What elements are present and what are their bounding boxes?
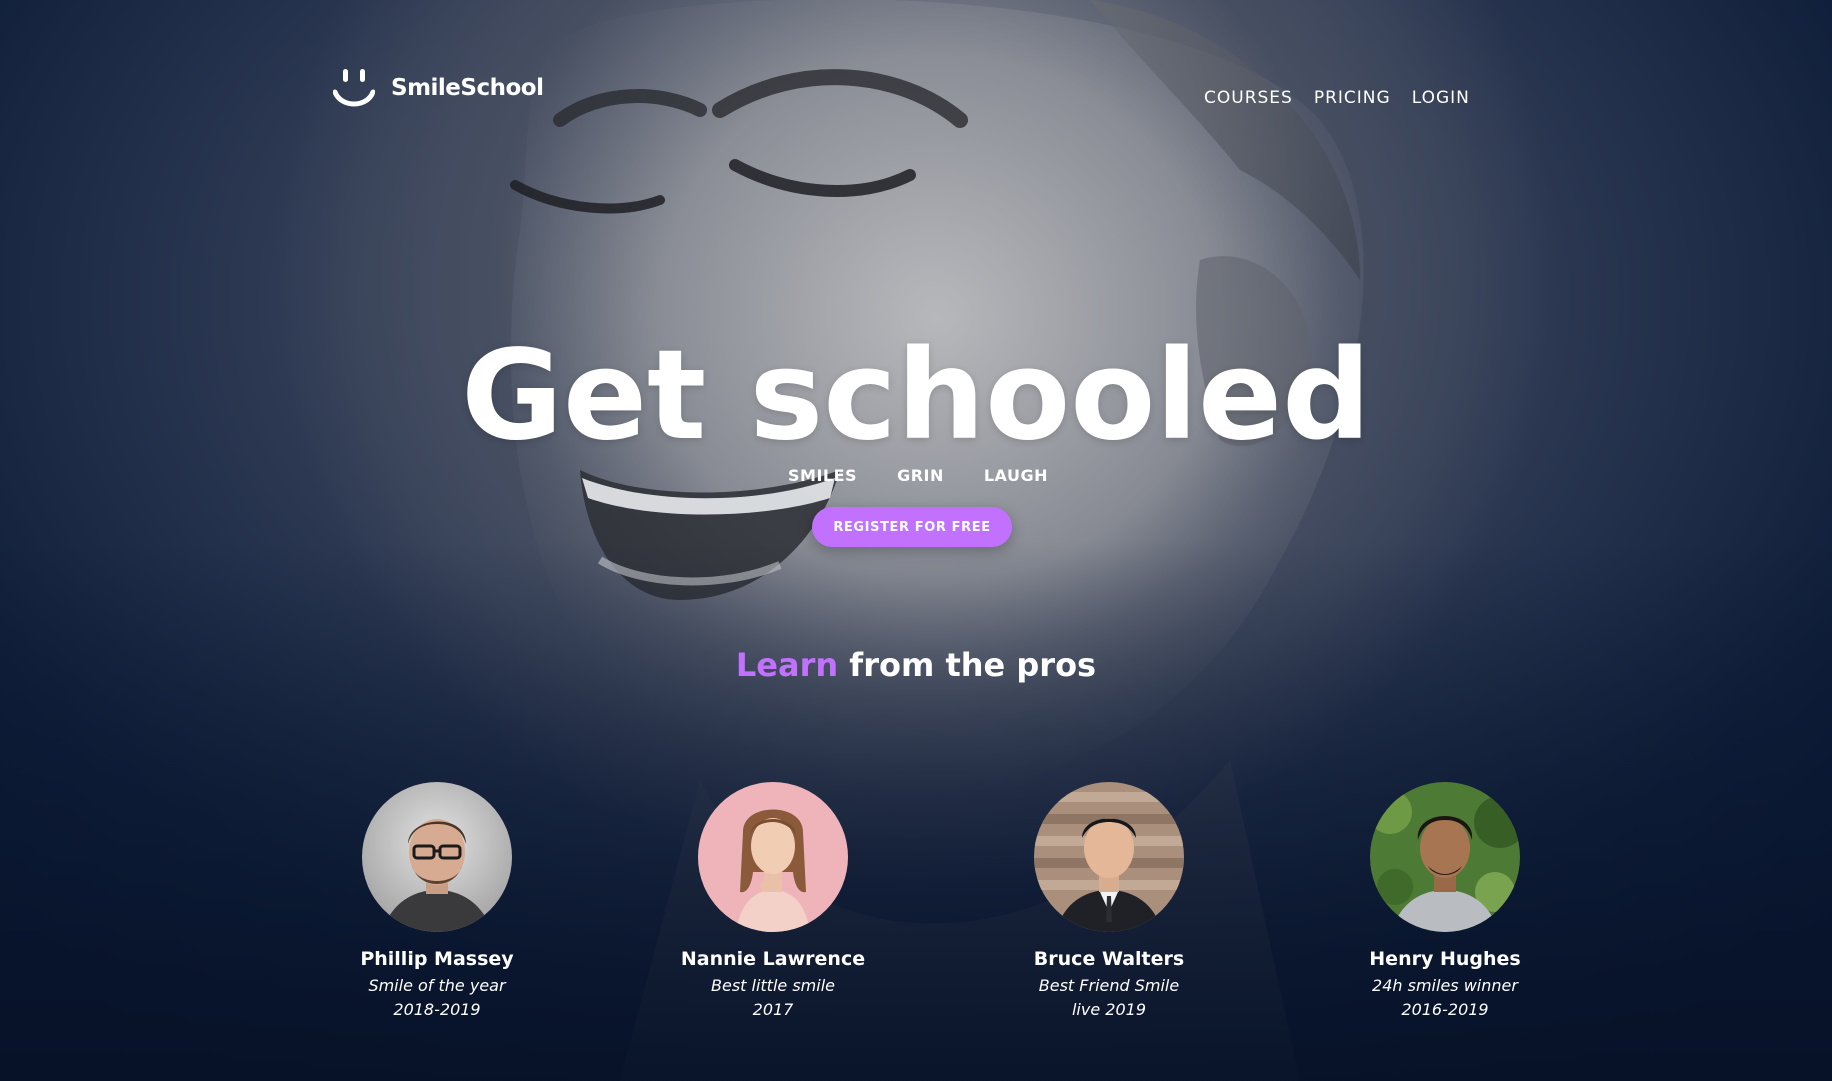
tag-laugh: LAUGH [983, 466, 1048, 485]
pro-years: live 2019 [1071, 1000, 1146, 1019]
pro-title: Best Friend Smile [1038, 976, 1180, 995]
pro-years: 2017 [752, 1000, 794, 1019]
brand-name: SmileSchool [391, 75, 544, 101]
avatar [698, 782, 848, 932]
main-nav: COURSES PRICING LOGIN [1204, 88, 1470, 108]
pro-name: Nannie Lawrence [680, 948, 866, 970]
pro-name: Phillip Massey [360, 948, 514, 970]
nav-login[interactable]: LOGIN [1412, 88, 1470, 108]
pros-title-rest: from the pros [838, 646, 1097, 684]
avatar [1370, 782, 1520, 932]
pro-card[interactable]: Phillip Massey Smile of the year 2018-20… [327, 782, 547, 1022]
avatar [1034, 782, 1184, 932]
nav-courses[interactable]: COURSES [1204, 88, 1293, 108]
pros-section-title: Learn from the pros [0, 646, 1832, 684]
pro-card[interactable]: Henry Hughes 24h smiles winner 2016-2019 [1335, 782, 1555, 1022]
pro-card[interactable]: Nannie Lawrence Best little smile 2017 [663, 782, 883, 1022]
pro-name: Bruce Walters [1033, 948, 1185, 970]
pro-title: 24h smiles winner [1372, 976, 1518, 995]
avatar [362, 782, 512, 932]
pros-list: Phillip Massey Smile of the year 2018-20… [0, 782, 1832, 1022]
pro-title: Smile of the year [368, 976, 506, 995]
hero-headline: Get schooled [461, 324, 1371, 468]
pro-years: 2018-2019 [393, 1000, 481, 1019]
tag-grin: GRIN [897, 466, 944, 485]
smile-icon [333, 69, 375, 107]
pro-name: Henry Hughes [1369, 948, 1521, 970]
hero-tags: SMILES GRIN LAUGH [0, 466, 1832, 485]
nav-pricing[interactable]: PRICING [1314, 88, 1391, 108]
hero-section: SmileSchool COURSES PRICING LOGIN Get sc… [0, 0, 1832, 1081]
pro-years: 2016-2019 [1401, 1000, 1489, 1019]
brand-logo[interactable]: SmileSchool [333, 66, 544, 110]
tag-smiles: SMILES [788, 466, 858, 485]
register-button[interactable]: REGISTER FOR FREE [812, 507, 1012, 547]
pro-card[interactable]: Bruce Walters Best Friend Smile live 201… [999, 782, 1219, 1022]
pros-title-accent: Learn [735, 646, 839, 684]
pro-title: Best little smile [711, 976, 835, 995]
